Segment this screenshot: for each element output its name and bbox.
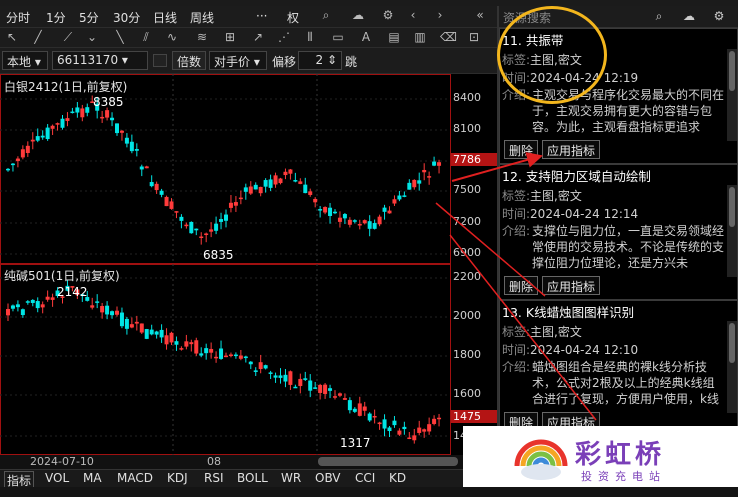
arrow-to-apply-button xyxy=(451,152,543,182)
arrow-line xyxy=(449,234,597,421)
rainbow-logo-icon xyxy=(514,439,568,480)
arrow-line xyxy=(435,202,546,297)
annotation-arrows xyxy=(435,152,597,421)
watermark-sub: 投资充电站 xyxy=(581,470,666,483)
watermark-logo: 彩虹桥 投资充电站 xyxy=(463,426,738,487)
watermark-name: 彩虹桥 xyxy=(575,440,666,470)
